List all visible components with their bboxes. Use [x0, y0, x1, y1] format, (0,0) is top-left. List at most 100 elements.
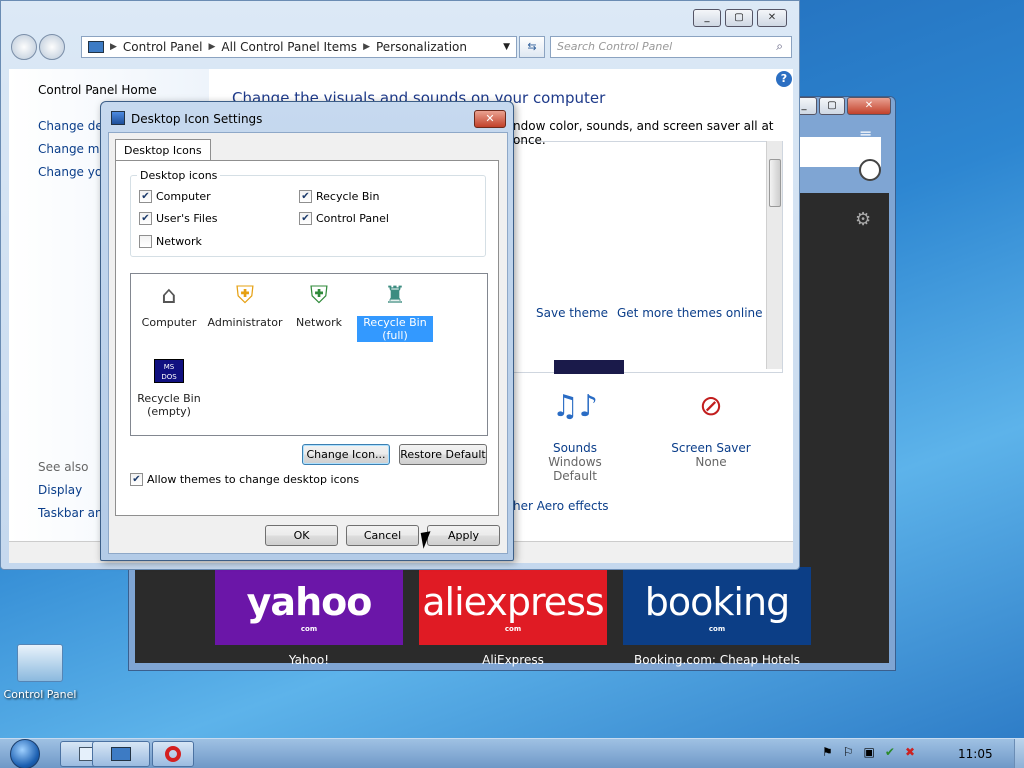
see-also-link[interactable]: Display [38, 483, 82, 497]
screen-saver-value: None [695, 455, 727, 469]
more-themes-link[interactable]: Get more themes online [617, 306, 763, 320]
checkbox-box[interactable]: ✔ [139, 212, 152, 225]
browser-close-button[interactable]: ✕ [847, 97, 891, 115]
cp-minimize-button[interactable]: _ [693, 9, 721, 27]
back-button[interactable] [11, 34, 37, 60]
checkbox-network[interactable]: Network [139, 235, 202, 248]
checkbox-label: Control Panel [316, 212, 389, 225]
icon-item-recycle-bin-empty[interactable]: MS DOS Recycle Bin (empty) [131, 354, 207, 418]
breadcrumb-item[interactable]: All Control Panel Items [221, 40, 357, 54]
themes-list[interactable]: Save theme Get more themes online [513, 141, 783, 374]
tuba-icon: ♜ [384, 281, 406, 309]
taskbar-item-opera[interactable] [152, 741, 194, 767]
security-check-icon[interactable]: ✔ [885, 745, 895, 759]
search-placeholder: Search Control Panel [557, 40, 673, 53]
sounds-label: Sounds [552, 441, 598, 455]
checkbox-box[interactable]: ✔ [139, 190, 152, 203]
icon-item-label: Computer [141, 316, 197, 329]
checkbox-box[interactable]: ✔ [130, 473, 143, 486]
refresh-button[interactable]: ⇆ [519, 36, 545, 58]
screen-saver-item[interactable]: ⊘ Screen Saver None [663, 389, 759, 469]
checkbox-box[interactable] [139, 235, 152, 248]
account-icon[interactable] [859, 159, 881, 181]
apply-button[interactable]: Apply [427, 525, 500, 546]
show-desktop-button[interactable] [1014, 739, 1024, 768]
taskbar-item-control-panel[interactable] [92, 741, 150, 767]
search-input[interactable]: Search Control Panel ⌕ [550, 36, 792, 58]
cp-close-button[interactable]: ✕ [757, 9, 787, 27]
icon-item-network[interactable]: ⛨ Network [281, 278, 357, 329]
see-also-heading: See also [38, 460, 89, 474]
settings-gear-icon[interactable]: ⚙ [855, 209, 871, 230]
themes-scrollbar[interactable] [766, 141, 782, 369]
sounds-item[interactable]: ♫♪ Sounds Windows Default [527, 389, 623, 483]
msdos-icon: MS DOS [152, 354, 186, 388]
checkbox-users-files[interactable]: ✔ User's Files [139, 212, 217, 225]
speed-dial-tile-booking[interactable]: booking com [623, 567, 811, 645]
system-tray: ⚑ ⚐ ▣ ✔ ✖ [822, 745, 915, 759]
checkbox-control-panel[interactable]: ✔ Control Panel [299, 212, 389, 225]
checkbox-allow-themes[interactable]: ✔ Allow themes to change desktop icons [130, 473, 359, 486]
cp-maximize-button[interactable]: ▢ [725, 9, 753, 27]
group-title: Desktop icons [137, 169, 221, 182]
desktop-icon-control-panel[interactable]: Control Panel [2, 644, 78, 701]
volume-muted-icon[interactable]: ✖ [905, 745, 915, 759]
chevron-down-icon[interactable]: ▼ [503, 42, 510, 52]
action-center-flag-icon[interactable]: ⚑ [822, 745, 833, 759]
network-icon[interactable]: ▣ [864, 745, 875, 759]
cancel-button[interactable]: Cancel [346, 525, 419, 546]
breadcrumb-item[interactable]: Control Panel [123, 40, 203, 54]
aero-effects-link[interactable]: her Aero effects [513, 499, 609, 513]
checkbox-box[interactable]: ✔ [299, 190, 312, 203]
icon-item-administrator[interactable]: ⛨ Administrator [207, 278, 283, 329]
icon-item-label: Administrator [207, 316, 283, 329]
music-notes-icon: ♫♪ [551, 389, 599, 424]
browser-maximize-button[interactable]: ▢ [819, 97, 845, 115]
dialog-icon [111, 111, 125, 125]
save-theme-link[interactable]: Save theme [536, 306, 608, 320]
chevron-right-icon: ▶ [208, 42, 216, 52]
address-bar[interactable]: ▶ Control Panel ▶ All Control Panel Item… [81, 36, 517, 58]
taskbar: ⚑ ⚐ ▣ ✔ ✖ 11:05 [0, 738, 1024, 768]
icon-item-label: Recycle Bin (full) [357, 316, 433, 342]
control-panel-icon [17, 644, 63, 682]
start-button[interactable] [4, 739, 46, 768]
forward-button[interactable] [39, 34, 65, 60]
speed-dial-tile-aliexpress[interactable]: aliexpress com [419, 567, 607, 645]
tile-logo-suffix: com [708, 625, 726, 633]
windows-logo-icon [10, 739, 40, 768]
checkbox-recycle-bin[interactable]: ✔ Recycle Bin [299, 190, 379, 203]
desktop-icon-settings-dialog: Desktop Icon Settings ✕ Desktop Icons De… [100, 101, 514, 561]
theme-thumbnail[interactable] [554, 360, 624, 374]
left-link[interactable]: Change mo [38, 142, 107, 156]
security-shield-icon: ⛨ [310, 281, 328, 309]
flag-icon[interactable]: ⚐ [843, 745, 854, 759]
checkbox-computer[interactable]: ✔ Computer [139, 190, 211, 203]
speed-dial-tile-yahoo[interactable]: yahoo com [215, 567, 403, 645]
checkbox-label: Recycle Bin [316, 190, 380, 203]
sounds-value: Windows Default [548, 455, 602, 483]
scrollbar-thumb[interactable] [769, 159, 781, 207]
ok-button[interactable]: OK [265, 525, 338, 546]
change-icon-button[interactable]: Change Icon... [302, 444, 390, 465]
left-link[interactable]: Change des [38, 119, 109, 133]
desktop-icon-label: Control Panel [3, 688, 77, 701]
icon-item-recycle-bin-full[interactable]: ♜ Recycle Bin (full) [357, 278, 433, 342]
desktop-icon-list[interactable]: ⌂ Computer ⛨ Administrator ⛨ Network ♜ R… [130, 273, 488, 436]
chevron-right-icon: ▶ [110, 42, 117, 52]
breadcrumb-item[interactable]: Personalization [376, 40, 467, 54]
tile-logo-suffix: com [300, 625, 318, 633]
search-icon[interactable]: ⌕ [776, 39, 783, 54]
page-subtitle: ndow color, sounds, and screen saver all… [513, 119, 774, 147]
clock[interactable]: 11:05 [958, 747, 993, 761]
restore-default-button[interactable]: Restore Default [399, 444, 487, 465]
control-panel-home-link[interactable]: Control Panel Home [38, 83, 157, 97]
help-icon[interactable]: ? [776, 71, 792, 87]
tab-desktop-icons[interactable]: Desktop Icons [115, 139, 211, 161]
icon-item-computer[interactable]: ⌂ Computer [131, 278, 207, 329]
dialog-close-button[interactable]: ✕ [474, 110, 506, 128]
checkbox-box[interactable]: ✔ [299, 212, 312, 225]
control-panel-icon [88, 41, 104, 53]
chevron-right-icon: ▶ [363, 42, 370, 52]
opera-icon [165, 746, 181, 762]
